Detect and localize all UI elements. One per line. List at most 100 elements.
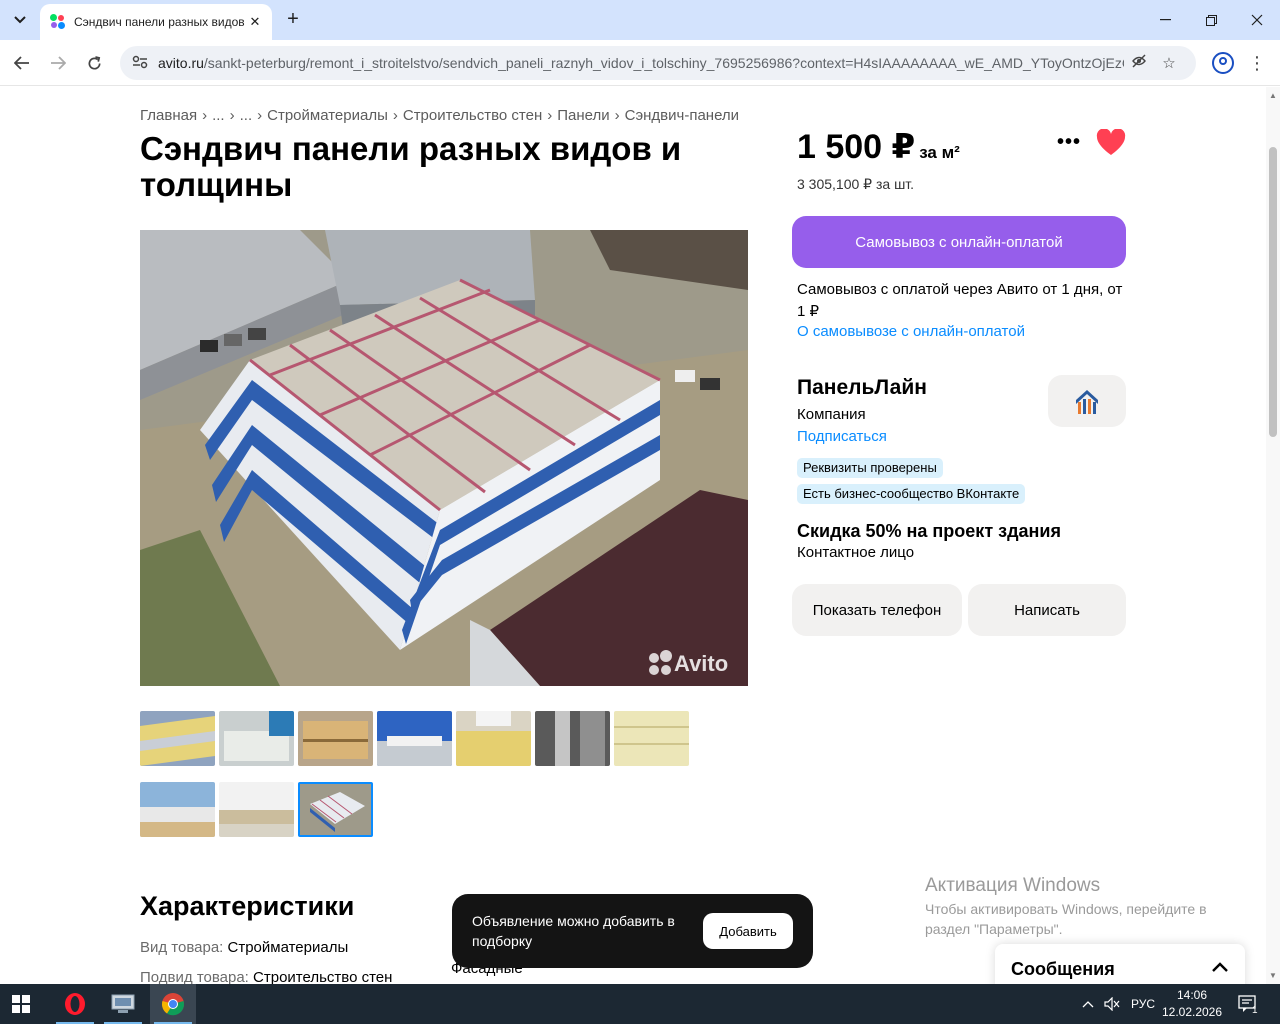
- notification-count: 1: [1252, 1004, 1258, 1016]
- subscribe-link[interactable]: Подписаться: [797, 428, 887, 445]
- window-restore-button[interactable]: [1188, 0, 1234, 40]
- url-text[interactable]: avito.ru/sankt-peterburg/remont_i_stroit…: [158, 55, 1124, 71]
- chevron-up-icon: [1082, 1001, 1094, 1008]
- characteristic-value: Стройматериалы: [227, 939, 349, 956]
- thumbnail-6[interactable]: [535, 711, 610, 766]
- close-icon: [1251, 14, 1263, 26]
- breadcrumb-item-building-materials[interactable]: Стройматериалы: [267, 107, 388, 124]
- tab-close-icon[interactable]: ✕: [246, 14, 264, 30]
- price-unit: за м²: [919, 143, 960, 162]
- breadcrumb-separator: ›: [229, 107, 235, 124]
- more-options-icon[interactable]: •••: [1054, 131, 1084, 155]
- show-phone-button[interactable]: Показать телефон: [792, 584, 962, 636]
- url-path: /sankt-peterburg/remont_i_stroitelstvo/s…: [203, 55, 1124, 71]
- characteristic-value: Строительство стен: [253, 969, 393, 984]
- speaker-muted-icon: [1104, 997, 1120, 1011]
- breadcrumb: Главная ›... ›... › Стройматериалы › Строитель…: [140, 107, 739, 124]
- write-message-button[interactable]: Написать: [968, 584, 1126, 636]
- tray-notifications-icon[interactable]: 1: [1238, 984, 1264, 1024]
- chevron-up-svg: [1212, 962, 1228, 972]
- contact-person-label: Контактное лицо: [797, 544, 915, 561]
- breadcrumb-item-panels[interactable]: Панели: [557, 107, 609, 124]
- tab-search-button[interactable]: [6, 7, 34, 33]
- thumbnail-3[interactable]: [298, 711, 373, 766]
- arrow-right-icon: [51, 56, 66, 70]
- taskbar-clock[interactable]: 14:06 12.02.2026: [1160, 987, 1224, 1021]
- site-settings-icon[interactable]: [132, 55, 154, 72]
- windows-start-icon[interactable]: [12, 995, 30, 1013]
- thumbnail-1[interactable]: [140, 711, 215, 766]
- pickup-online-payment-button[interactable]: Самовывоз с онлайн-оплатой: [792, 216, 1126, 268]
- tab-title: Сэндвич панели разных видов: [74, 15, 245, 29]
- eye-off-icon: [1132, 54, 1146, 68]
- scroll-up-arrow-icon[interactable]: ▲: [1269, 91, 1277, 100]
- reload-button[interactable]: [80, 49, 108, 77]
- breadcrumb-separator: ›: [257, 107, 263, 124]
- tray-volume-icon[interactable]: [1104, 984, 1120, 1024]
- breadcrumb-item-sandwich-panels[interactable]: Сэндвич-панели: [625, 107, 739, 124]
- taskbar-chrome[interactable]: [150, 984, 196, 1024]
- thumbnail-10-selected[interactable]: [298, 782, 373, 837]
- browser-tab-bar: Сэндвич панели разных видов ✕ +: [0, 0, 1280, 40]
- windows-taskbar: РУС 14:06 12.02.2026 1: [0, 984, 1280, 1024]
- profile-avatar-icon[interactable]: [1212, 52, 1234, 74]
- characteristics-heading: Характеристики: [140, 891, 355, 921]
- thumbnail-8[interactable]: [140, 782, 215, 837]
- browser-tab-active[interactable]: Сэндвич панели разных видов ✕: [40, 4, 272, 40]
- add-to-collection-toast: Объявление можно добавить в подборку Доб…: [452, 894, 813, 968]
- thumbnail-4[interactable]: [377, 711, 452, 766]
- chrome-icon: [161, 993, 185, 1016]
- tracking-protection-icon[interactable]: [1124, 53, 1154, 73]
- browser-toolbar: avito.ru/sankt-peterburg/remont_i_stroit…: [0, 40, 1280, 86]
- seller-logo[interactable]: [1048, 375, 1126, 427]
- taskbar-file-app[interactable]: [100, 984, 146, 1024]
- characteristic-key: Вид товара:: [140, 939, 228, 956]
- thumbnail-5[interactable]: [456, 711, 531, 766]
- pickup-info-link[interactable]: О самовывозе с онлайн-оплатой: [797, 323, 1025, 340]
- messages-widget[interactable]: Сообщения: [995, 944, 1245, 984]
- window-close-button[interactable]: [1234, 0, 1280, 40]
- restore-icon: [1205, 14, 1217, 26]
- heart-icon: [1096, 128, 1126, 155]
- minimize-icon: [1159, 19, 1171, 21]
- seller-promo: Скидка 50% на проект здания: [797, 521, 1061, 541]
- messages-label: Сообщения: [1011, 958, 1115, 979]
- reload-icon: [88, 55, 101, 69]
- taskbar-opera[interactable]: [52, 984, 98, 1024]
- window-minimize-button[interactable]: [1142, 0, 1188, 40]
- activation-line-2: раздел "Параметры".: [925, 921, 1063, 937]
- breadcrumb-separator: ›: [547, 107, 553, 124]
- price-value: 1 500 ₽: [797, 128, 916, 166]
- breadcrumb-item-wall-construction[interactable]: Строительство стен: [403, 107, 542, 124]
- characteristic-key: Подвид товара:: [140, 969, 254, 984]
- activation-heading: Активация Windows: [925, 875, 1101, 896]
- breadcrumb-item-ellipsis-2[interactable]: ...: [240, 107, 253, 124]
- tray-language[interactable]: РУС: [1131, 984, 1155, 1024]
- scroll-thumb[interactable]: [1269, 147, 1277, 437]
- bookmark-star-icon[interactable]: ☆: [1154, 54, 1184, 72]
- back-button[interactable]: [8, 49, 36, 77]
- tray-show-hidden-icon[interactable]: [1082, 984, 1094, 1024]
- activation-line-1: Чтобы активировать Windows, перейдите в: [925, 901, 1207, 917]
- thumbnail-7[interactable]: [614, 711, 689, 766]
- avito-favicon-icon: [50, 14, 66, 30]
- favorite-heart-icon[interactable]: [1096, 128, 1128, 159]
- seller-name[interactable]: ПанельЛайн: [797, 376, 927, 400]
- page-scrollbar[interactable]: ▲ ▼: [1266, 87, 1280, 984]
- address-bar[interactable]: avito.ru/sankt-peterburg/remont_i_stroit…: [120, 46, 1196, 80]
- new-tab-button[interactable]: +: [282, 8, 304, 32]
- breadcrumb-item-ellipsis-1[interactable]: ...: [212, 107, 225, 124]
- forward-button[interactable]: [44, 49, 72, 77]
- chevron-up-icon[interactable]: [1211, 960, 1229, 978]
- toast-add-button[interactable]: Добавить: [703, 913, 793, 949]
- breadcrumb-item-home[interactable]: Главная: [140, 107, 197, 124]
- url-host: avito.ru: [158, 55, 204, 71]
- thumbnail-9[interactable]: [219, 782, 294, 837]
- price-per-item: 3 305,100 ₽ за шт.: [797, 176, 915, 192]
- main-listing-photo[interactable]: Avito: [140, 230, 748, 686]
- seller-type: Компания: [797, 406, 866, 423]
- tune-icon: [132, 55, 148, 68]
- scroll-down-arrow-icon[interactable]: ▼: [1269, 971, 1277, 980]
- thumbnail-2[interactable]: [219, 711, 294, 766]
- browser-menu-icon[interactable]: ⋮: [1248, 52, 1266, 74]
